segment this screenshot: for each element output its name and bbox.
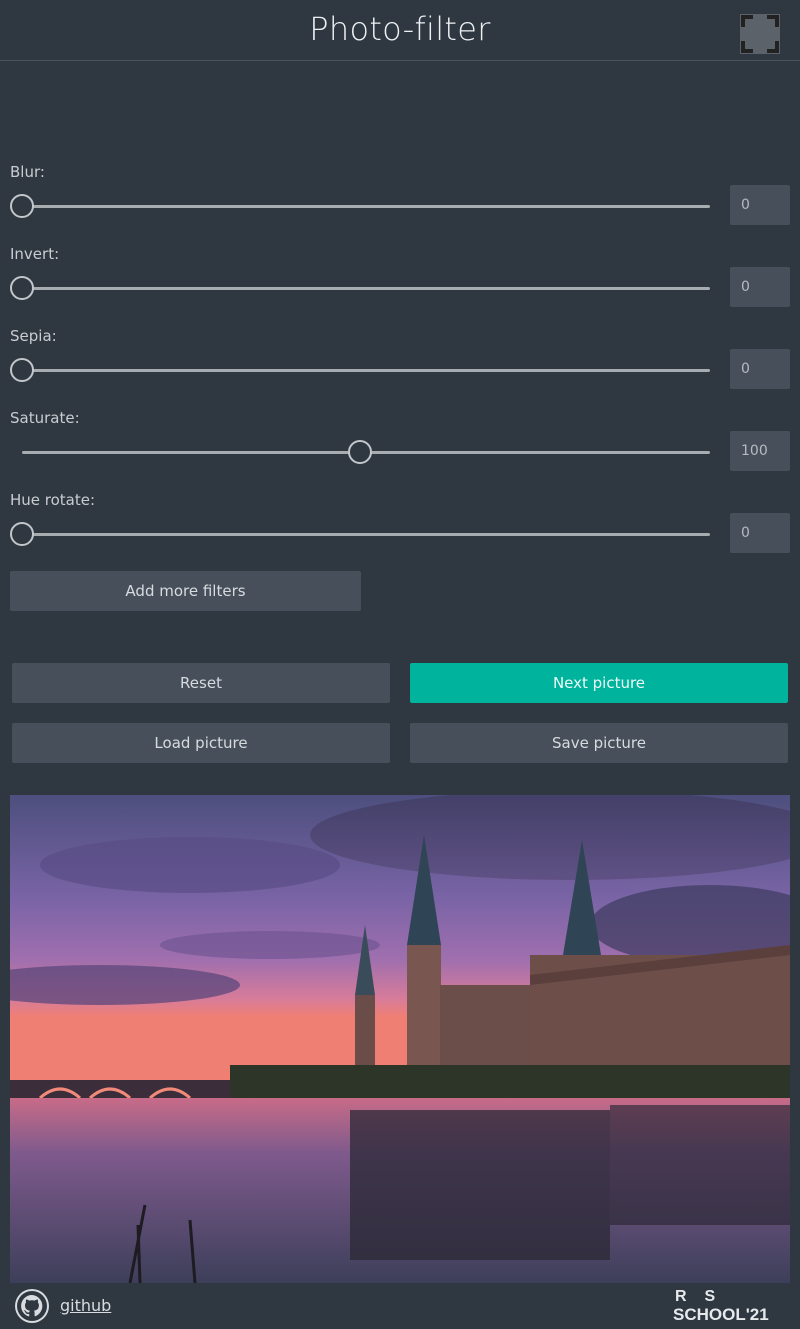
footer: github RS SCHOOL'21: [0, 1283, 800, 1329]
header: Photo-filter: [0, 0, 800, 61]
hue-rotate-label: Hue rotate:: [10, 491, 96, 509]
landscape-photo: [10, 795, 790, 1283]
invert-label: Invert:: [10, 245, 60, 263]
sepia-label: Sepia:: [10, 327, 57, 345]
github-link[interactable]: github: [60, 1296, 111, 1315]
saturate-value: 100: [730, 431, 790, 471]
slider-track: [22, 287, 710, 290]
hue-rotate-value: 0: [730, 513, 790, 553]
blur-slider[interactable]: [10, 194, 710, 218]
slider-thumb[interactable]: [348, 440, 372, 464]
slider-thumb[interactable]: [10, 358, 34, 382]
blur-label: Blur:: [10, 163, 45, 181]
github-icon[interactable]: [15, 1289, 49, 1323]
hue-rotate-slider[interactable]: [10, 522, 710, 546]
slider-track: [22, 205, 710, 208]
sepia-slider[interactable]: [10, 358, 710, 382]
slider-thumb[interactable]: [10, 522, 34, 546]
slider-thumb[interactable]: [10, 276, 34, 300]
invert-slider[interactable]: [10, 276, 710, 300]
rs-school-logo[interactable]: RS SCHOOL'21: [673, 1288, 788, 1326]
slider-thumb[interactable]: [10, 194, 34, 218]
preview-image: [10, 795, 790, 1283]
sepia-value: 0: [730, 349, 790, 389]
load-picture-button[interactable]: Load picture: [12, 723, 390, 763]
save-picture-button[interactable]: Save picture: [410, 723, 788, 763]
page-title: Photo-filter: [309, 10, 491, 48]
reset-button[interactable]: Reset: [12, 663, 390, 703]
next-picture-button[interactable]: Next picture: [410, 663, 788, 703]
invert-value: 0: [730, 267, 790, 307]
saturate-slider[interactable]: [10, 440, 710, 464]
saturate-label: Saturate:: [10, 409, 80, 427]
fullscreen-icon: [740, 14, 780, 54]
fullscreen-button[interactable]: [740, 14, 780, 54]
blur-value: 0: [730, 185, 790, 225]
slider-track: [22, 369, 710, 372]
add-more-filters-button[interactable]: Add more filters: [10, 571, 361, 611]
slider-track: [22, 533, 710, 536]
